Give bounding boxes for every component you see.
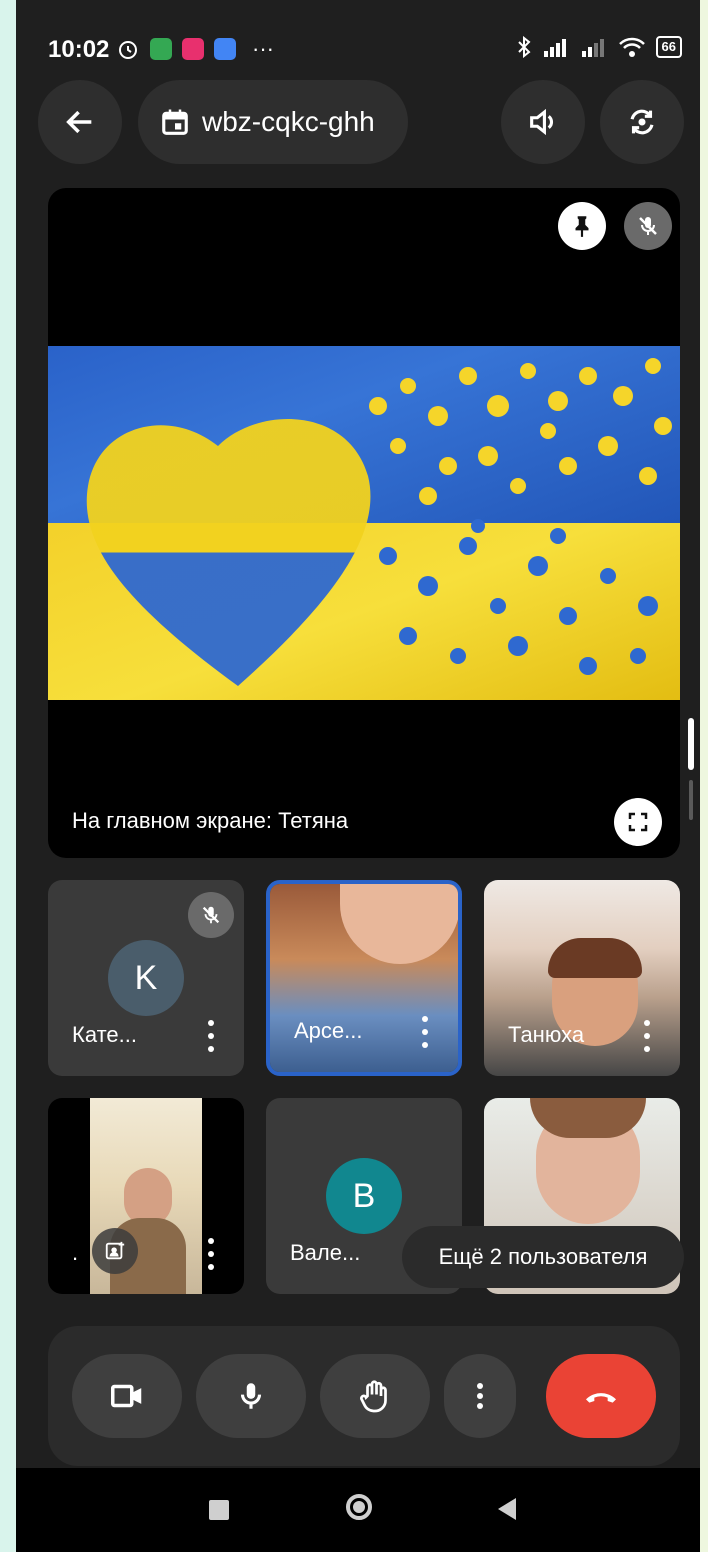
tile-mic-off-indicator <box>188 892 234 938</box>
signal-icon <box>543 39 566 57</box>
wifi-icon <box>618 37 645 57</box>
scrollbar-thumb[interactable] <box>688 718 694 770</box>
participant-tile[interactable]: Танюха <box>484 880 680 1076</box>
recents-button[interactable] <box>209 1500 229 1520</box>
camera-icon <box>111 1384 142 1408</box>
back-arrow-icon <box>66 110 92 134</box>
status-time: 10:02 <box>48 36 110 63</box>
switch-camera-button[interactable] <box>600 80 684 164</box>
signal-icon <box>581 39 604 57</box>
avatar: K <box>108 940 184 1016</box>
mic-off-icon <box>202 906 220 924</box>
back-button[interactable] <box>38 80 122 164</box>
more-options-button[interactable] <box>444 1354 516 1438</box>
mic-icon <box>240 1383 262 1409</box>
audio-output-button[interactable] <box>501 80 585 164</box>
app-notification-icon <box>150 38 172 60</box>
fullscreen-button[interactable] <box>614 798 662 846</box>
mic-toggle-button[interactable] <box>196 1354 306 1438</box>
back-nav-icon[interactable] <box>496 1496 518 1522</box>
status-right-icons: 66 <box>516 36 682 58</box>
shared-screen-image <box>48 346 680 700</box>
status-left-icons: ··· <box>116 36 274 62</box>
phone-screen: 10:02 ··· 66 wbz-cqkc-ghh На главном экр… <box>16 0 700 1552</box>
end-call-button[interactable] <box>546 1354 656 1438</box>
meeting-code: wbz-cqkc-ghh <box>202 106 375 137</box>
main-stage-label: На главном экране: Тетяна <box>72 808 349 833</box>
system-nav-bar <box>16 1468 700 1552</box>
call-controls-bar <box>48 1326 680 1466</box>
more-participants-button[interactable]: Ещё 2 пользователя <box>402 1226 684 1288</box>
raise-hand-icon <box>360 1380 387 1413</box>
bluetooth-icon <box>517 36 531 58</box>
participant-name: . <box>72 1240 79 1265</box>
participant-tile[interactable]: Арсе... <box>266 880 462 1076</box>
tile-more-button[interactable] <box>422 1016 428 1048</box>
pin-button[interactable] <box>558 202 606 250</box>
speaker-icon <box>530 108 554 136</box>
main-stage-video[interactable]: На главном экране: Тетяна <box>48 188 680 858</box>
calendar-icon <box>162 109 188 135</box>
battery-indicator: 66 <box>655 36 682 58</box>
more-notifications: ··· <box>252 36 274 61</box>
tile-more-button[interactable] <box>208 1238 214 1270</box>
home-button[interactable] <box>346 1494 372 1520</box>
scrollbar-track <box>689 780 693 820</box>
tile-more-button[interactable] <box>644 1020 650 1052</box>
app-notification-icon <box>182 38 204 60</box>
participant-tile[interactable]: . <box>48 1098 244 1294</box>
end-call-icon <box>586 1393 616 1403</box>
tile-more-button[interactable] <box>208 1020 214 1052</box>
avatar: B <box>326 1158 402 1234</box>
switch-camera-icon <box>630 109 654 135</box>
raise-hand-button[interactable] <box>320 1354 430 1438</box>
pin-icon <box>575 216 589 237</box>
alarm-icon <box>119 41 137 59</box>
stage-mic-off-indicator <box>624 202 672 250</box>
more-vert-icon <box>477 1383 483 1409</box>
participant-tile[interactable]: K Кате... <box>48 880 244 1076</box>
app-notification-icon <box>214 38 236 60</box>
participant-name: Кате... <box>72 1022 137 1047</box>
status-bar: 10:02 ··· 66 <box>16 28 700 68</box>
camera-toggle-button[interactable] <box>72 1354 182 1438</box>
participant-name: Вале... <box>290 1240 361 1265</box>
meeting-info-button[interactable]: wbz-cqkc-ghh <box>138 80 408 164</box>
participant-name: Арсе... <box>294 1018 363 1043</box>
mic-off-icon <box>639 217 657 235</box>
add-to-stage-button[interactable] <box>92 1228 138 1274</box>
portrait-add-icon <box>105 1241 125 1260</box>
fullscreen-icon <box>628 812 648 832</box>
participant-name: Танюха <box>508 1022 585 1047</box>
